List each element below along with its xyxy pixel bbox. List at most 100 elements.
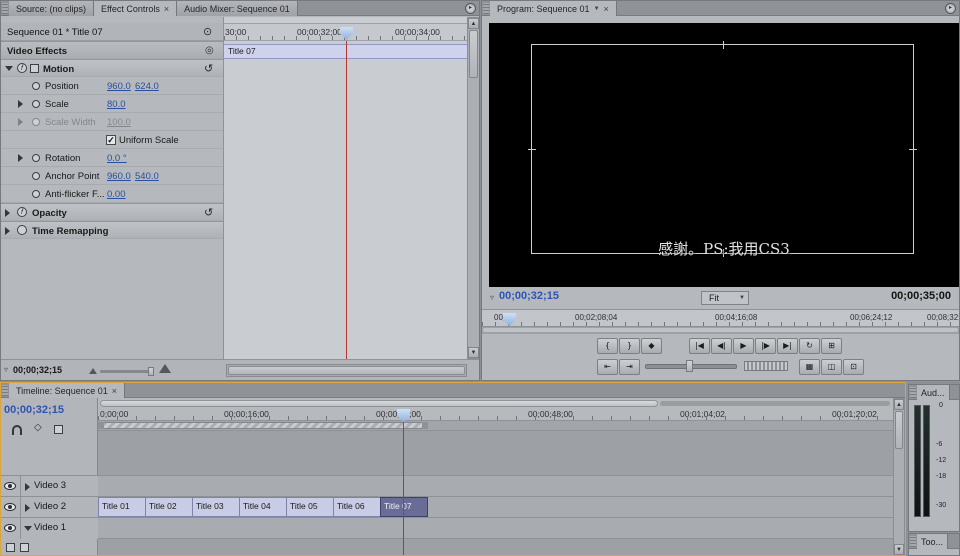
- jog-dial[interactable]: [744, 361, 788, 371]
- st opwatch-icon[interactable]: [32, 190, 40, 198]
- encore-marker-icon[interactable]: [54, 425, 63, 434]
- snap-icon[interactable]: [12, 425, 22, 435]
- scroll-down-icon[interactable]: ▼: [894, 544, 904, 555]
- program-scroll-strip[interactable]: [482, 327, 959, 334]
- panel-menu-button[interactable]: ▸: [465, 3, 476, 14]
- zoom-out-icon[interactable]: [89, 368, 97, 374]
- output-button[interactable]: ▦: [799, 359, 820, 375]
- work-area-strip[interactable]: [98, 421, 894, 431]
- effect-enabled-icon[interactable]: f: [17, 63, 27, 73]
- clip-title-01[interactable]: Title 01: [98, 497, 146, 517]
- panel-grip[interactable]: [910, 387, 916, 398]
- ec-horizontal-scrollbar[interactable]: [226, 364, 467, 377]
- uniform-scale-checkbox[interactable]: ✓: [106, 135, 116, 145]
- tab-source[interactable]: Source: (no clips): [9, 1, 94, 16]
- track-name[interactable]: Video 2: [34, 501, 66, 512]
- loop-button[interactable]: ↻: [799, 338, 820, 354]
- scroll-up-icon[interactable]: ▲: [894, 399, 904, 410]
- zoom-slider-thumb[interactable]: [148, 367, 154, 376]
- reset-opacity-button[interactable]: ↺: [204, 206, 213, 219]
- clip-title-05[interactable]: Title 05: [286, 497, 334, 517]
- anchor-x-value[interactable]: 960.0: [107, 171, 131, 182]
- collapse-track-icon[interactable]: [24, 526, 32, 531]
- safe-margins-button[interactable]: ⊞: [821, 338, 842, 354]
- viewing-area-track[interactable]: [660, 401, 890, 406]
- tab-effect-controls[interactable]: Effect Controls×: [94, 1, 177, 16]
- expand-triangle-icon[interactable]: [18, 118, 23, 126]
- toggle-track-output-icon[interactable]: [4, 482, 16, 490]
- scrollbar-thumb[interactable]: [469, 30, 478, 78]
- timeline-current-time[interactable]: 00;00;32;15: [4, 404, 64, 416]
- tab-audio-master[interactable]: Aud...: [917, 385, 950, 400]
- clip-title-07-selected[interactable]: Title 07: [380, 497, 428, 517]
- go-to-in-button[interactable]: ⇤: [597, 359, 618, 375]
- program-current-time[interactable]: 00;00;32;15: [499, 290, 559, 302]
- work-area-end-handle[interactable]: [422, 422, 428, 429]
- work-area-bar[interactable]: [98, 422, 428, 429]
- track-name[interactable]: Video 3: [34, 480, 66, 491]
- program-video-area[interactable]: 感謝。PS:我用CS3: [489, 23, 959, 287]
- zoom-level-select[interactable]: Fit ▼: [701, 291, 749, 305]
- close-icon[interactable]: ×: [604, 4, 609, 14]
- toggle-track-output-icon[interactable]: [4, 503, 16, 511]
- scrollbar-thumb[interactable]: [228, 366, 465, 375]
- collapse-triangle-icon[interactable]: [5, 66, 13, 71]
- panel-menu-button[interactable]: ▸: [945, 3, 956, 14]
- set-out-point-button[interactable]: }: [619, 338, 640, 354]
- anti-flicker-value[interactable]: 0.00: [107, 189, 126, 200]
- zoom-in-icon[interactable]: [159, 364, 171, 373]
- display-style-button[interactable]: [6, 543, 15, 552]
- position-x-value[interactable]: 960.0: [107, 81, 131, 92]
- stopwatch-icon[interactable]: [32, 82, 40, 90]
- set-in-point-button[interactable]: {: [597, 338, 618, 354]
- effects-badge-icon[interactable]: ◎: [205, 45, 214, 56]
- scroll-down-icon[interactable]: ▼: [468, 347, 479, 358]
- clip-title-06[interactable]: Title 06: [333, 497, 381, 517]
- trim-button[interactable]: ◫: [821, 359, 842, 375]
- expand-track-icon[interactable]: [25, 483, 30, 491]
- ec-current-time[interactable]: 00;00;32;15: [13, 365, 62, 375]
- export-frame-button[interactable]: ⊡: [843, 359, 864, 375]
- tab-tools[interactable]: Too...: [917, 534, 948, 549]
- track-video1-content[interactable]: [98, 517, 894, 539]
- keyframe-display-button[interactable]: [20, 543, 29, 552]
- scrollbar-thumb[interactable]: [483, 328, 958, 332]
- shuttle-thumb[interactable]: [686, 360, 693, 372]
- scale-value[interactable]: 80.0: [107, 99, 126, 110]
- close-icon[interactable]: ×: [164, 4, 169, 14]
- go-to-previous-edit-button[interactable]: |◀: [689, 338, 710, 354]
- sequence-marker-icon[interactable]: ◇: [34, 422, 42, 433]
- step-forward-button[interactable]: |▶: [755, 338, 776, 354]
- scroll-up-icon[interactable]: ▲: [468, 18, 479, 29]
- expand-triangle-icon[interactable]: [5, 227, 10, 235]
- go-to-out-button[interactable]: ⇥: [619, 359, 640, 375]
- go-to-next-edit-button[interactable]: ▶|: [777, 338, 798, 354]
- expand-triangle-icon[interactable]: [18, 154, 23, 162]
- timeline-view-toggle-icon[interactable]: ⊙: [203, 25, 212, 38]
- clip-title-03[interactable]: Title 03: [192, 497, 240, 517]
- scrollbar-thumb[interactable]: [895, 411, 903, 449]
- position-y-value[interactable]: 624.0: [135, 81, 159, 92]
- stopwatch-icon[interactable]: [32, 172, 40, 180]
- program-ruler[interactable]: 00;00 00;02;08;04 00;04;16;08 00;06;24;1…: [482, 309, 959, 327]
- play-button[interactable]: ▶: [733, 338, 754, 354]
- expand-track-icon[interactable]: [25, 504, 30, 512]
- track-video2-content[interactable]: Title 01 Title 02 Title 03 Title 04 Titl…: [98, 496, 894, 517]
- rotation-value[interactable]: 0.0 °: [107, 153, 127, 164]
- tab-audio-mixer[interactable]: Audio Mixer: Sequence 01: [177, 1, 298, 16]
- panel-grip[interactable]: [910, 536, 916, 547]
- effect-enabled-icon[interactable]: [17, 225, 27, 235]
- track-video3-content[interactable]: [98, 475, 894, 496]
- track-name[interactable]: Video 1: [34, 522, 66, 533]
- panel-grip[interactable]: [2, 3, 8, 14]
- set-marker-button[interactable]: ◆: [641, 338, 662, 354]
- tab-program[interactable]: Program: Sequence 01 ▼ ×: [490, 1, 617, 16]
- work-area-start-handle[interactable]: [98, 422, 104, 429]
- timeline-ruler[interactable]: 0;00;00 00;00;16;00 00;00;32;00 00;00;48…: [98, 398, 894, 421]
- viewing-area-bar[interactable]: [100, 400, 658, 407]
- stopwatch-icon[interactable]: [32, 154, 40, 162]
- expand-triangle-icon[interactable]: [18, 100, 23, 108]
- reset-motion-button[interactable]: ↺: [204, 62, 213, 75]
- clip-title-04[interactable]: Title 04: [239, 497, 287, 517]
- panel-grip[interactable]: [2, 385, 8, 396]
